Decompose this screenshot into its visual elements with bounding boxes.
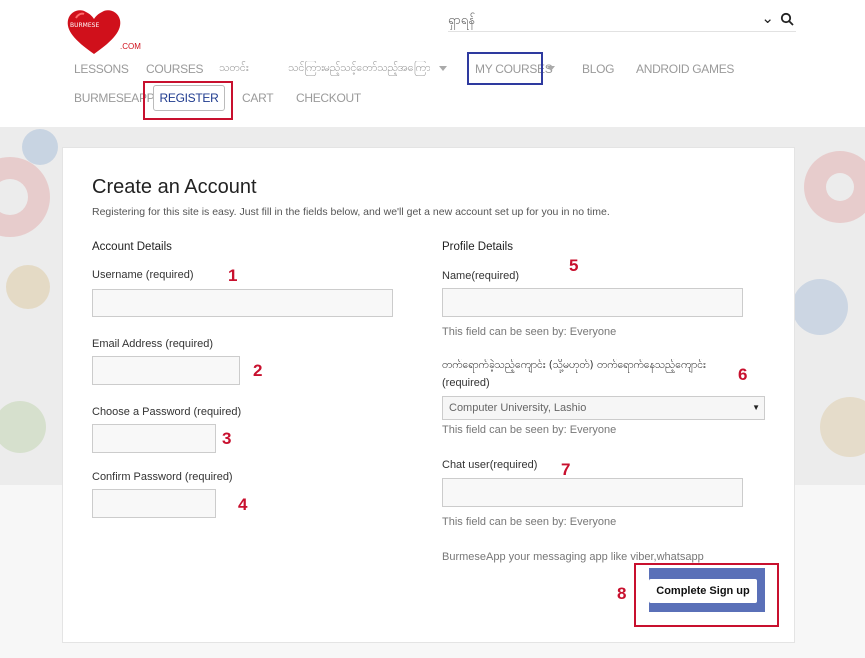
annotation-1: 1 [228,266,238,285]
nav-cart[interactable]: CART [242,91,274,105]
name-label: Name(required) [442,270,520,282]
confirm-password-input[interactable] [92,489,216,518]
app-note: BurmeseApp your messaging app like viber… [442,551,704,563]
university-visibility-hint: This field can be seen by: Everyone [442,424,617,436]
nav-blog[interactable]: BLOG [582,62,614,76]
confirm-password-label: Confirm Password (required) [92,471,233,483]
nav-lessons[interactable]: LESSONS [74,62,129,76]
email-label: Email Address (required) [92,338,214,350]
nav-courses[interactable]: COURSES [146,62,204,76]
nav-checkout[interactable]: CHECKOUT [296,91,361,105]
account-details-heading: Account Details [92,241,172,253]
site-logo[interactable]: BURMESE .COM [64,8,141,56]
profile-details-heading: Profile Details [442,241,513,253]
search-icon[interactable] [780,12,794,26]
annotation-7: 7 [561,460,571,479]
caret-down-icon [439,66,447,71]
search-bar[interactable]: ရှာရန် ⌄ [448,8,796,32]
annotation-3: 3 [222,429,232,448]
search-input[interactable]: ရှာရန် [448,12,475,31]
highlight-register [143,81,233,120]
annotation-6: 6 [738,365,748,384]
nav-burmese-menu[interactable]: သင်ကြားမည့်သင့်တော်သည့်အကြောင်းအရာ [288,61,430,77]
password-input[interactable] [92,424,216,453]
chat-user-label: Chat user(required) [442,459,538,471]
chevron-down-icon[interactable]: ⌄ [761,9,774,27]
svg-text:BURMESE: BURMESE [70,22,99,29]
logo-domain: .COM [120,42,141,51]
highlight-my-courses [467,52,543,85]
password-label: Choose a Password (required) [92,406,242,418]
annotation-4: 4 [238,495,248,514]
annotation-8: 8 [617,584,627,603]
username-label: Username (required) [92,269,194,281]
annotation-2: 2 [253,361,263,380]
university-label: တက်ရောက်ခဲ့သည့်ကျောင်း (သို့မဟုတ်) တက်ရေ… [442,359,706,371]
university-select[interactable]: Computer University, Lashio ▼ [442,396,765,420]
email-input[interactable] [92,356,240,385]
highlight-signup [634,563,779,627]
name-visibility-hint: This field can be seen by: Everyone [442,326,617,338]
page-subtitle: Registering for this site is easy. Just … [92,206,610,218]
nav-news[interactable]: သတင်း [219,61,249,77]
annotation-5: 5 [569,256,579,275]
nav-android-games[interactable]: ANDROID GAMES [636,62,734,76]
username-input[interactable] [92,289,393,317]
university-label-required: (required) [442,377,490,389]
chat-user-input[interactable] [442,478,743,507]
caret-down-icon [547,66,555,71]
page-title: Create an Account [92,176,257,198]
chat-visibility-hint: This field can be seen by: Everyone [442,516,617,528]
university-selected-value: Computer University, Lashio [449,402,587,414]
dropdown-arrow-icon: ▼ [752,403,760,412]
name-input[interactable] [442,288,743,317]
